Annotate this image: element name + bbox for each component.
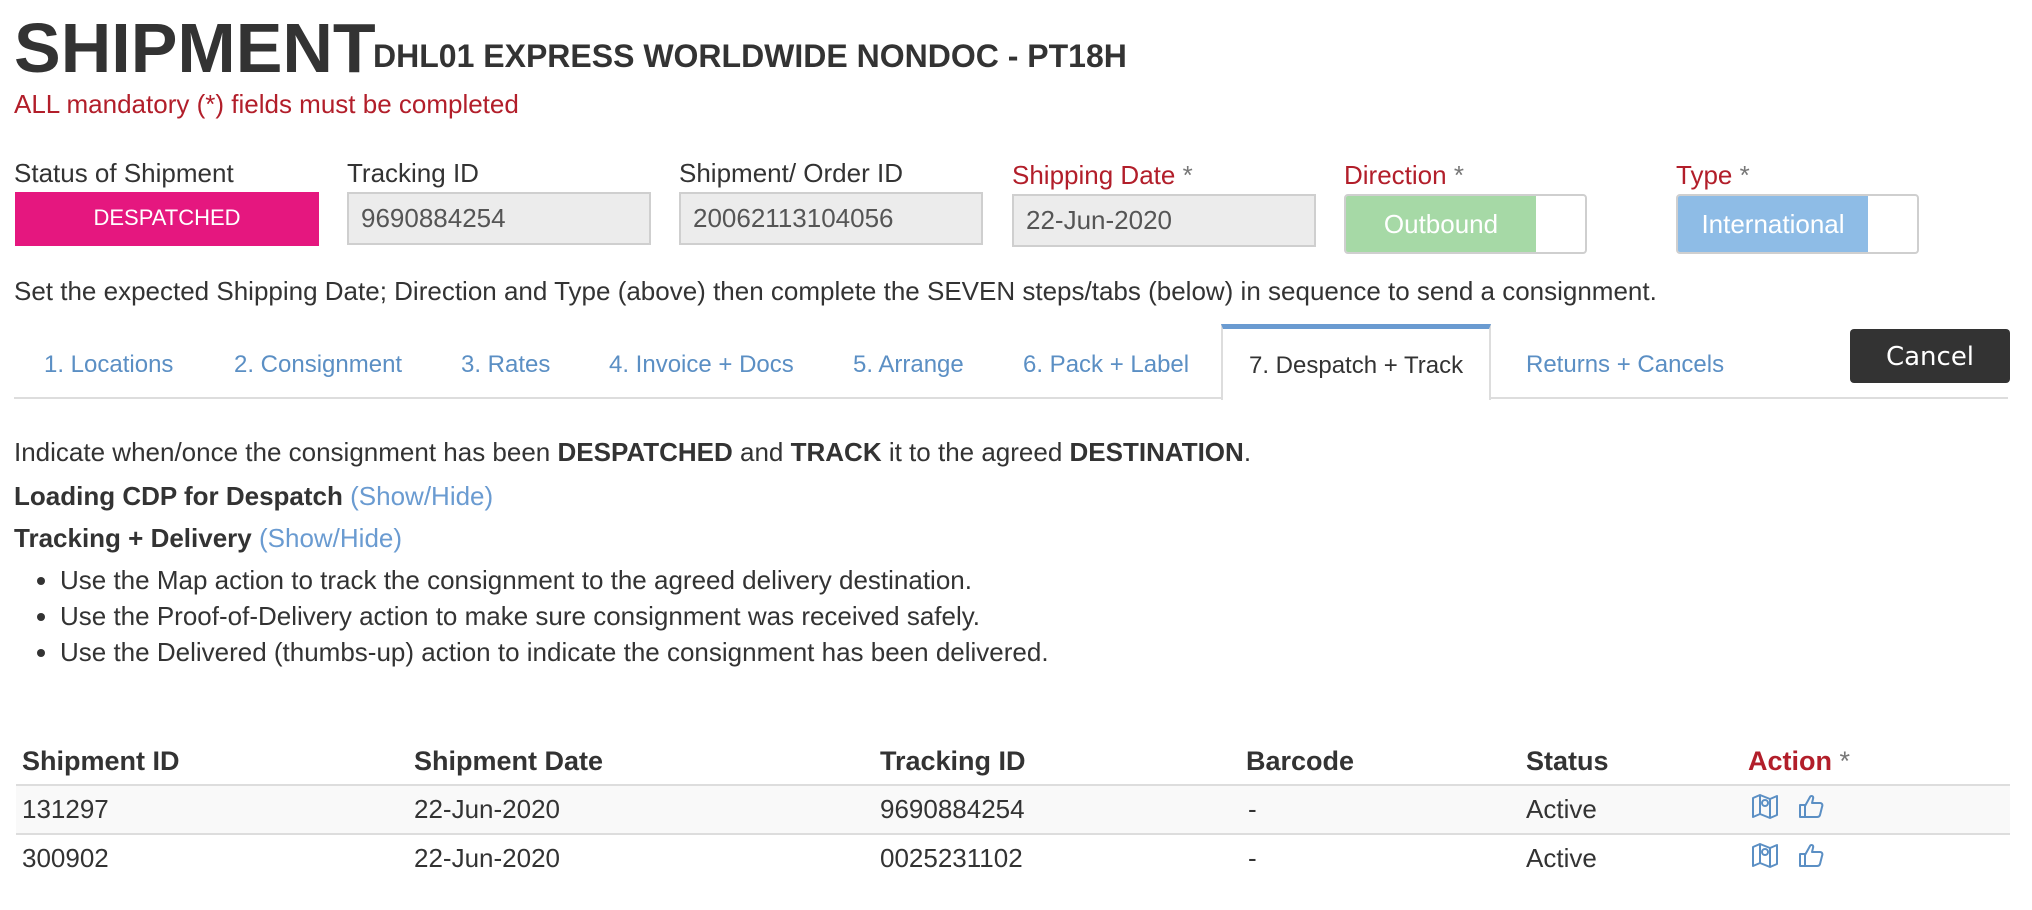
status-badge: DESPATCHED (15, 192, 319, 246)
tab-pack-label[interactable]: 6. Pack + Label (1023, 350, 1189, 380)
loading-cdp-toggle-link[interactable]: (Show/Hide) (350, 481, 493, 511)
col-header-shipment-date: Shipment Date (414, 746, 604, 776)
cell-status: Active (1526, 794, 1597, 824)
list-item: Use the Proof-of-Delivery action to make… (60, 598, 1049, 634)
thumbs-up-icon[interactable] (1796, 840, 1826, 875)
tracking-id-field[interactable]: 9690884254 (347, 192, 651, 245)
cell-tracking-id: 0025231102 (880, 843, 1023, 873)
shipping-date-field[interactable]: 22-Jun-2020 (1012, 194, 1316, 247)
direction-value: Outbound (1346, 196, 1536, 252)
tracking-delivery-section: Tracking + Delivery (Show/Hide) (14, 521, 402, 555)
instruction-text: Set the expected Shipping Date; Directio… (14, 276, 1657, 306)
order-id-label: Shipment/ Order ID (679, 158, 903, 188)
map-icon[interactable] (1750, 791, 1780, 826)
cell-tracking-id: 9690884254 (880, 794, 1025, 824)
thumbs-up-icon[interactable] (1796, 791, 1826, 826)
service-subtitle: DHL01 EXPRESS WORLDWIDE NONDOC - PT18H (373, 38, 1127, 74)
page-title: SHIPMENT (14, 9, 376, 87)
tab-locations[interactable]: 1. Locations (44, 350, 173, 380)
tracking-delivery-title: Tracking + Delivery (14, 523, 252, 553)
type-toggle-handle (1868, 196, 1917, 252)
tracking-delivery-toggle-link[interactable]: (Show/Hide) (259, 523, 402, 553)
order-id-field[interactable]: 20062113104056 (679, 192, 983, 245)
mandatory-note: ALL mandatory (*) fields must be complet… (14, 89, 519, 119)
tab-arrange[interactable]: 5. Arrange (853, 350, 964, 380)
cell-shipment-id: 131297 (22, 794, 109, 824)
tab-invoice-docs[interactable]: 4. Invoice + Docs (609, 350, 794, 380)
cell-status: Active (1526, 843, 1597, 873)
col-header-tracking-id: Tracking ID (880, 746, 1026, 776)
shipping-date-label: Shipping Date * (1012, 160, 1193, 190)
cell-barcode: - (1248, 794, 1257, 824)
tracking-instructions-list: Use the Map action to track the consignm… (26, 562, 1049, 670)
loading-cdp-section: Loading CDP for Despatch (Show/Hide) (14, 479, 493, 513)
despatch-intro: Indicate when/once the consignment has b… (14, 437, 1252, 467)
cell-shipment-id: 300902 (22, 843, 109, 873)
type-label: Type * (1676, 160, 1750, 190)
col-header-action: Action * (1748, 746, 1851, 776)
type-value: International (1678, 196, 1868, 252)
cell-barcode: - (1248, 843, 1257, 873)
list-item: Use the Delivered (thumbs-up) action to … (60, 634, 1049, 670)
col-header-status: Status (1526, 746, 1609, 776)
tab-despatch-track[interactable]: 7. Despatch + Track (1221, 324, 1492, 400)
col-header-shipment-id: Shipment ID (22, 746, 180, 776)
direction-toggle[interactable]: Outbound (1344, 194, 1587, 254)
cell-shipment-date: 22-Jun-2020 (414, 794, 560, 824)
tabs-divider (14, 397, 2008, 399)
type-toggle[interactable]: International (1676, 194, 1919, 254)
map-icon[interactable] (1750, 840, 1780, 875)
tab-consignment[interactable]: 2. Consignment (234, 350, 402, 380)
col-header-barcode: Barcode (1246, 746, 1355, 776)
cancel-button[interactable]: Cancel (1850, 329, 2010, 383)
list-item: Use the Map action to track the consignm… (60, 562, 1049, 598)
tracking-id-label: Tracking ID (347, 158, 479, 188)
direction-label: Direction * (1344, 160, 1464, 190)
tab-rates[interactable]: 3. Rates (461, 350, 550, 380)
cell-shipment-date: 22-Jun-2020 (414, 843, 560, 873)
tab-returns-cancels[interactable]: Returns + Cancels (1526, 350, 1724, 380)
loading-cdp-title: Loading CDP for Despatch (14, 481, 343, 511)
direction-toggle-handle (1536, 196, 1585, 252)
status-label: Status of Shipment (14, 158, 234, 188)
